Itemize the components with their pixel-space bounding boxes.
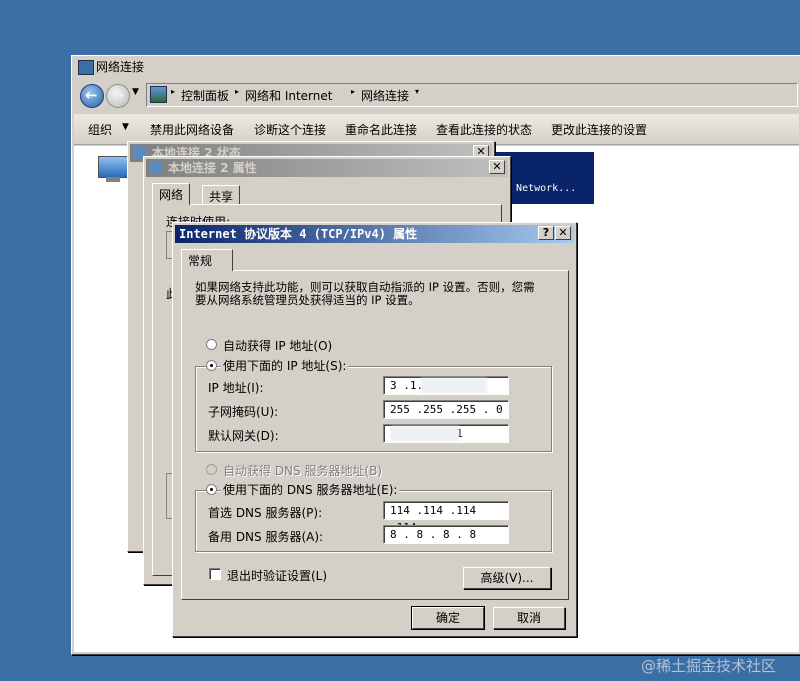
cancel-button-label: 取消 xyxy=(516,611,541,625)
help-icon: ? xyxy=(542,226,550,239)
breadcrumb-control-panel[interactable]: 控制面板 xyxy=(181,87,229,104)
help-button[interactable]: ? xyxy=(538,226,554,240)
alternate-dns-label: 备用 DNS 服务器(A): xyxy=(208,530,324,544)
advanced-button-label: 高级(V)... xyxy=(480,571,534,585)
subnet-mask-label: 子网掩码(U): xyxy=(208,405,279,419)
ok-button-label: 确定 xyxy=(435,611,460,625)
breadcrumb-network-internet[interactable]: 网络和 Internet xyxy=(245,87,332,104)
ip-redaction xyxy=(421,378,487,393)
validate-on-exit-label[interactable]: 退出时验证设置(L) xyxy=(227,567,327,584)
use-ip-label[interactable]: 使用下面的 IP 地址(S): xyxy=(221,357,349,374)
use-ip-radio[interactable] xyxy=(206,360,217,371)
forward-button[interactable]: → xyxy=(106,84,130,108)
back-button[interactable]: ← xyxy=(80,84,104,108)
subnet-mask-field[interactable]: 255 .255 .255 . 0 xyxy=(383,400,509,419)
breadcrumb-network-connections[interactable]: 网络连接 xyxy=(361,87,409,104)
breadcrumb-sep-icon[interactable]: ▾ xyxy=(415,87,419,96)
change-settings-button[interactable]: 更改此连接的设置 xyxy=(551,121,647,138)
adapter-computer-icon[interactable] xyxy=(96,156,130,186)
history-dropdown-icon[interactable]: ▼ xyxy=(132,87,139,97)
validate-on-exit-checkbox[interactable] xyxy=(209,568,221,580)
forward-arrow-icon: → xyxy=(112,86,125,104)
address-box[interactable]: ▸ 控制面板 ▸ 网络和 Internet ▸ 网络连接 ▾ xyxy=(146,83,798,107)
properties-title: 本地连接 2 属性 xyxy=(168,161,257,175)
properties-close-button[interactable]: ✕ xyxy=(489,160,505,174)
auto-dns-radio xyxy=(206,464,217,475)
network-folder-icon xyxy=(78,60,94,75)
use-dns-label[interactable]: 使用下面的 DNS 服务器地址(E): xyxy=(221,481,400,498)
advanced-button[interactable]: 高级(V)... xyxy=(463,567,551,589)
breadcrumb-sep-icon[interactable]: ▸ xyxy=(171,87,175,96)
breadcrumb-sep-icon[interactable]: ▸ xyxy=(351,87,355,96)
tab-sharing-label: 共享 xyxy=(209,190,234,204)
use-dns-radio[interactable] xyxy=(206,484,217,495)
tab-sharing[interactable]: 共享 xyxy=(202,185,241,205)
explorer-title: 网络连接 xyxy=(96,60,145,74)
tab-network-label: 网络 xyxy=(159,188,184,202)
auto-ip-radio[interactable] xyxy=(206,339,217,350)
organize-button[interactable]: 组织 xyxy=(88,121,112,138)
preferred-dns-label: 首选 DNS 服务器(P): xyxy=(208,506,323,520)
ipv4-close-button[interactable]: ✕ xyxy=(555,226,571,240)
preferred-dns-field[interactable]: 114 .114 .114 .114 xyxy=(383,501,509,534)
tab-general-label: 常规 xyxy=(188,254,213,268)
rename-button[interactable]: 重命名此连接 xyxy=(345,121,417,138)
explorer-titlebar[interactable]: 网络连接 xyxy=(74,58,799,76)
organize-dropdown-icon[interactable]: ▼ xyxy=(122,122,129,132)
ipv4-description: 如果网络支持此功能，则可以获取自动指派的 IP 设置。否则，您需要从网络系统管理… xyxy=(195,280,535,307)
watermark: @稀土掘金技术社区 xyxy=(641,657,777,675)
network-icon xyxy=(150,161,162,174)
properties-titlebar[interactable]: 本地连接 2 属性 xyxy=(146,159,508,177)
address-bar-row: ← → ▼ ▸ 控制面板 ▸ 网络和 Internet ▸ 网络连接 ▾ xyxy=(74,78,799,112)
cancel-button[interactable]: 取消 xyxy=(493,607,565,629)
tab-general[interactable]: 常规 xyxy=(181,249,233,271)
alternate-dns-field[interactable]: 8 . 8 . 8 . 8 xyxy=(383,525,509,544)
ipv4-title: Internet 协议版本 4 (TCP/IPv4) 属性 xyxy=(179,227,418,241)
auto-dns-label: 自动获得 DNS 服务器地址(B) xyxy=(223,464,383,478)
ipv4-titlebar[interactable]: Internet 协议版本 4 (TCP/IPv4) 属性 xyxy=(175,225,574,243)
back-arrow-icon: ← xyxy=(85,86,98,104)
ip-address-label: IP 地址(I): xyxy=(208,381,264,395)
view-status-button[interactable]: 查看此连接的状态 xyxy=(436,121,532,138)
disable-device-button[interactable]: 禁用此网络设备 xyxy=(150,121,234,138)
tab-network[interactable]: 网络 xyxy=(152,183,191,205)
auto-ip-label[interactable]: 自动获得 IP 地址(O) xyxy=(223,337,332,354)
breadcrumb-sep-icon[interactable]: ▸ xyxy=(235,87,239,96)
ipv4-properties-dialog: Internet 协议版本 4 (TCP/IPv4) 属性 ? ✕ 常规 如果网… xyxy=(172,222,577,637)
close-icon: ✕ xyxy=(558,226,568,239)
default-gateway-label: 默认网关(D): xyxy=(208,429,279,443)
ok-button[interactable]: 确定 xyxy=(411,606,485,630)
gateway-redaction xyxy=(391,426,459,441)
control-panel-icon xyxy=(150,86,167,103)
diagnose-button[interactable]: 诊断这个连接 xyxy=(254,121,326,138)
